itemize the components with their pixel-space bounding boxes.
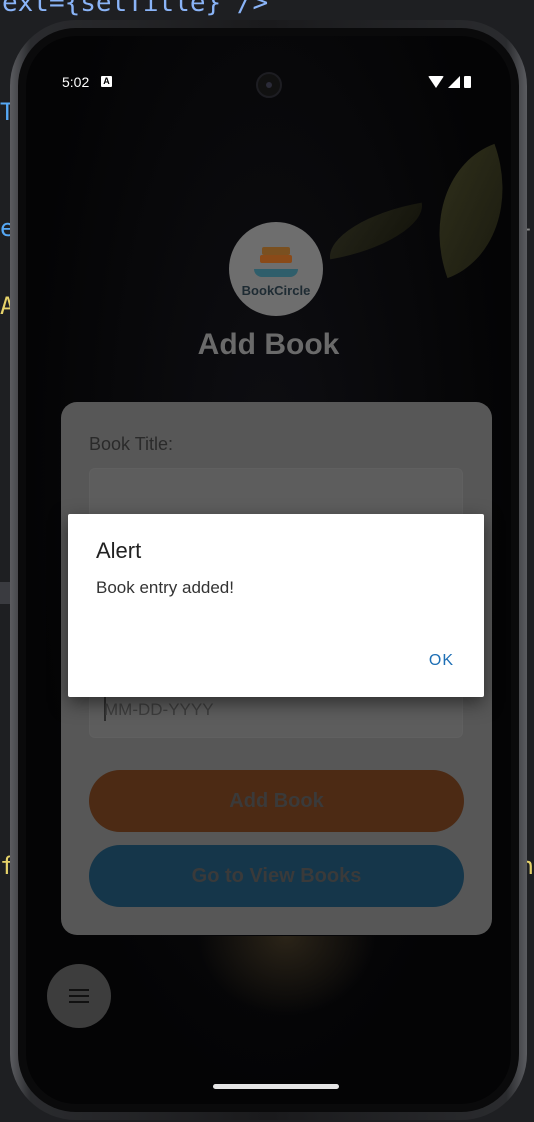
home-indicator[interactable] <box>213 1084 339 1089</box>
front-camera <box>255 72 282 98</box>
menu-icon-bar <box>69 995 89 997</box>
dialog-title: Alert <box>96 538 142 563</box>
code-line: ext={setTitle} /> <box>2 0 269 18</box>
phone-frame: 5:02 A BookCircle Add Book Book Title: M… <box>10 20 527 1120</box>
menu-icon-bar <box>69 1001 89 1003</box>
signal-icon <box>448 76 460 88</box>
decorative-page <box>323 202 429 260</box>
ok-button[interactable]: OK <box>429 652 454 670</box>
dialog-message: Book entry added! <box>96 578 234 597</box>
notification-icon: A <box>101 76 112 87</box>
menu-button[interactable] <box>47 964 111 1028</box>
view-books-button[interactable]: Go to View Books <box>89 845 464 907</box>
date-placeholder: MM-DD-YYYY <box>104 700 214 719</box>
page-title: Add Book <box>197 328 340 361</box>
phone-screen: 5:02 A BookCircle Add Book Book Title: M… <box>26 36 511 1104</box>
menu-icon-bar <box>69 989 89 991</box>
book-title-label: Book Title: <box>89 434 174 454</box>
status-icons <box>428 76 471 88</box>
alert-dialog: Alert Book entry added! OK <box>68 514 484 697</box>
decorative-book <box>196 936 376 1016</box>
app-logo: BookCircle <box>229 222 323 316</box>
decorative-page <box>409 143 511 279</box>
wifi-icon <box>428 76 444 88</box>
battery-icon <box>464 76 471 88</box>
phone-bezel: 5:02 A BookCircle Add Book Book Title: M… <box>18 28 519 1112</box>
books-icon <box>258 246 294 273</box>
logo-text: BookCircle <box>241 282 311 298</box>
status-time: 5:02 <box>62 74 90 90</box>
add-book-button[interactable]: Add Book <box>89 770 464 832</box>
